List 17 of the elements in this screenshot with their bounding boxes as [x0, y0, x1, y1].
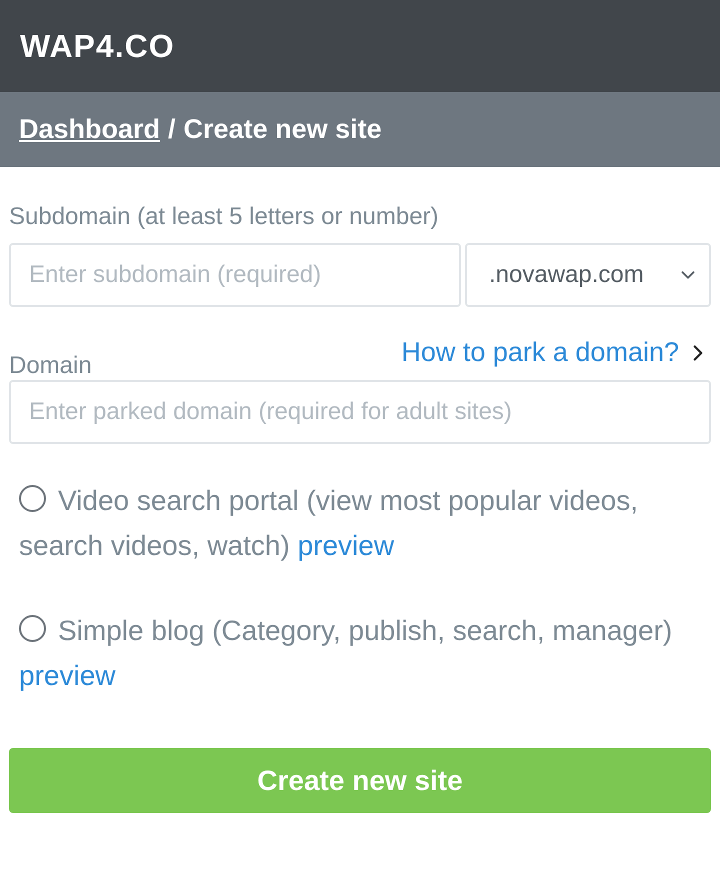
create-site-button[interactable]: Create new site — [9, 748, 711, 813]
park-domain-link[interactable]: How to park a domain? — [401, 337, 711, 368]
preview-link[interactable]: preview — [19, 660, 116, 691]
template-option[interactable]: Simple blog (Category, publish, search, manager) preview — [9, 608, 711, 698]
subdomain-label: Subdomain (at least 5 letters or number) — [9, 203, 440, 231]
domain-input[interactable]: Enter parked domain (required for adult sites) — [9, 380, 711, 444]
domain-suffix-select[interactable]: .novawap.com — [465, 243, 711, 307]
domain-label: Domain — [9, 352, 92, 380]
radio-button[interactable] — [19, 615, 46, 642]
preview-link[interactable]: preview — [298, 530, 394, 561]
radio-button[interactable] — [19, 485, 46, 512]
template-option[interactable]: Video search portal (view most popular videos, search videos, watch) preview — [9, 478, 711, 568]
subdomain-input[interactable]: Enter subdomain (required) — [9, 243, 461, 307]
dashboard-link[interactable]: Dashboard — [19, 114, 160, 145]
page-title: Create new site — [184, 114, 382, 145]
logo[interactable]: WAP4.CO — [20, 28, 175, 64]
breadcrumb-separator: / — [168, 114, 176, 145]
